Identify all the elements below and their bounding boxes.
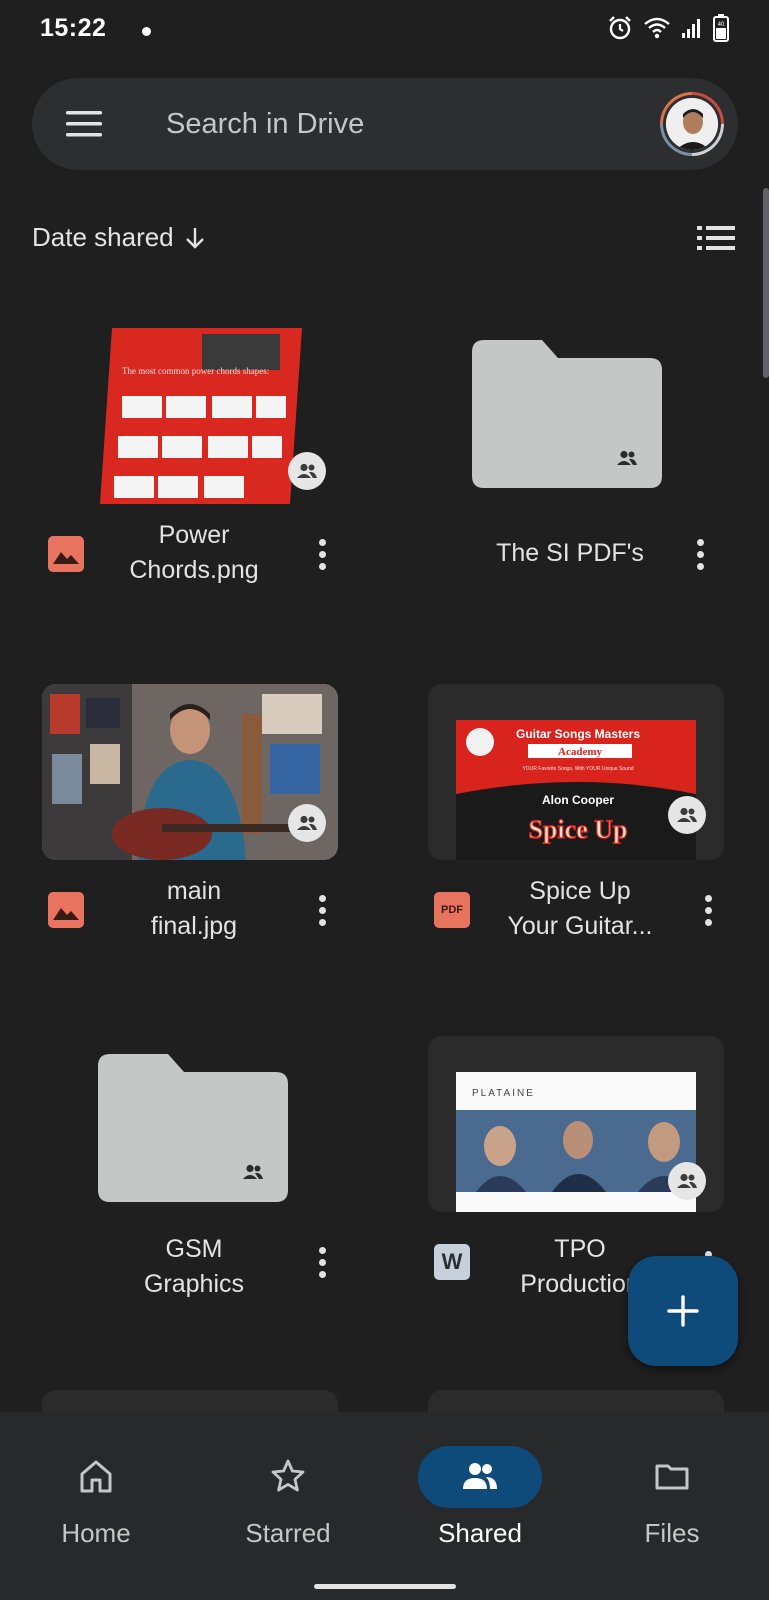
file-name: The SI PDF's bbox=[496, 539, 644, 567]
pdf-file-icon: PDF bbox=[434, 892, 470, 928]
avatar-photo bbox=[666, 98, 718, 150]
account-avatar[interactable] bbox=[660, 92, 724, 156]
more-options-icon[interactable] bbox=[688, 536, 712, 572]
file-thumbnail: Guitar Songs Masters Academy YOUR Favori… bbox=[428, 684, 724, 860]
nav-starred[interactable]: Starred bbox=[192, 1436, 384, 1556]
notification-dot bbox=[142, 27, 151, 36]
image-file-icon bbox=[48, 536, 84, 572]
folder-icon bbox=[655, 1464, 689, 1490]
nav-home[interactable]: Home bbox=[0, 1436, 192, 1556]
file-thumbnail bbox=[42, 684, 338, 860]
signal-icon bbox=[682, 19, 700, 38]
file-thumbnail: PLATAINE bbox=[428, 1036, 724, 1212]
nav-starred-label: Starred bbox=[245, 1518, 331, 1548]
file-name: main final.jpg bbox=[150, 877, 238, 940]
arrow-down-icon bbox=[185, 227, 204, 249]
nav-home-label: Home bbox=[61, 1518, 131, 1548]
bottom-navigation: Home Starred Shared Files bbox=[0, 1412, 769, 1600]
svg-text:YOUR Favorite Songs, With YOUR: YOUR Favorite Songs, With YOUR Unique So… bbox=[522, 766, 633, 772]
file-thumbnail: The most common power chords shapes: bbox=[42, 328, 338, 504]
shared-people-icon bbox=[668, 796, 706, 834]
word-file-icon: W bbox=[434, 1244, 470, 1280]
image-file-icon bbox=[48, 892, 84, 928]
battery-icon: 40 bbox=[713, 14, 729, 42]
shared-folder-icon bbox=[98, 1054, 288, 1202]
clock: 15:22 bbox=[40, 14, 107, 42]
file-name: GSM Graphics bbox=[143, 1235, 245, 1298]
shared-people-icon bbox=[288, 452, 326, 490]
file-name: Spice Up Your Guitar... bbox=[507, 877, 653, 940]
more-options-icon[interactable] bbox=[696, 892, 720, 928]
star-icon bbox=[271, 1459, 305, 1492]
nav-files[interactable]: Files bbox=[576, 1436, 768, 1556]
new-button[interactable] bbox=[628, 1256, 738, 1366]
more-options-icon[interactable] bbox=[310, 1244, 334, 1280]
shared-people-icon bbox=[288, 804, 326, 842]
svg-text:The most common power chords s: The most common power chords shapes: bbox=[122, 366, 269, 376]
scrollbar[interactable] bbox=[763, 188, 769, 378]
sort-selector[interactable]: Date shared bbox=[32, 222, 206, 253]
svg-text:Academy: Academy bbox=[558, 746, 602, 758]
search-bar[interactable]: Search in Drive bbox=[32, 78, 738, 170]
svg-text:Guitar Songs Masters: Guitar Songs Masters bbox=[516, 727, 640, 741]
svg-text:PLATAINE: PLATAINE bbox=[472, 1088, 535, 1099]
svg-text:Spice Up: Spice Up bbox=[529, 815, 628, 844]
hamburger-menu-icon[interactable] bbox=[66, 108, 102, 140]
more-options-icon[interactable] bbox=[310, 536, 334, 572]
search-input[interactable]: Search in Drive bbox=[166, 108, 364, 141]
shared-folder-icon bbox=[472, 340, 662, 488]
people-icon bbox=[463, 1463, 497, 1489]
shared-people-icon bbox=[668, 1162, 706, 1200]
plus-icon bbox=[667, 1295, 699, 1327]
status-bar: 15:22 40 bbox=[0, 0, 769, 62]
nav-shared[interactable]: Shared bbox=[384, 1436, 576, 1556]
file-name: Power Chords.png bbox=[129, 521, 259, 584]
home-icon bbox=[80, 1460, 112, 1493]
svg-text:40: 40 bbox=[718, 22, 725, 28]
wifi-icon bbox=[644, 17, 670, 39]
nav-shared-label: Shared bbox=[438, 1518, 522, 1548]
status-icons: 40 bbox=[607, 14, 729, 42]
list-view-icon[interactable] bbox=[697, 224, 735, 252]
nav-files-label: Files bbox=[644, 1518, 700, 1548]
alarm-icon bbox=[609, 16, 631, 40]
gesture-bar[interactable] bbox=[314, 1584, 456, 1589]
sort-label: Date shared bbox=[32, 222, 174, 252]
more-options-icon[interactable] bbox=[310, 892, 334, 928]
svg-text:Alon Cooper: Alon Cooper bbox=[542, 793, 614, 807]
